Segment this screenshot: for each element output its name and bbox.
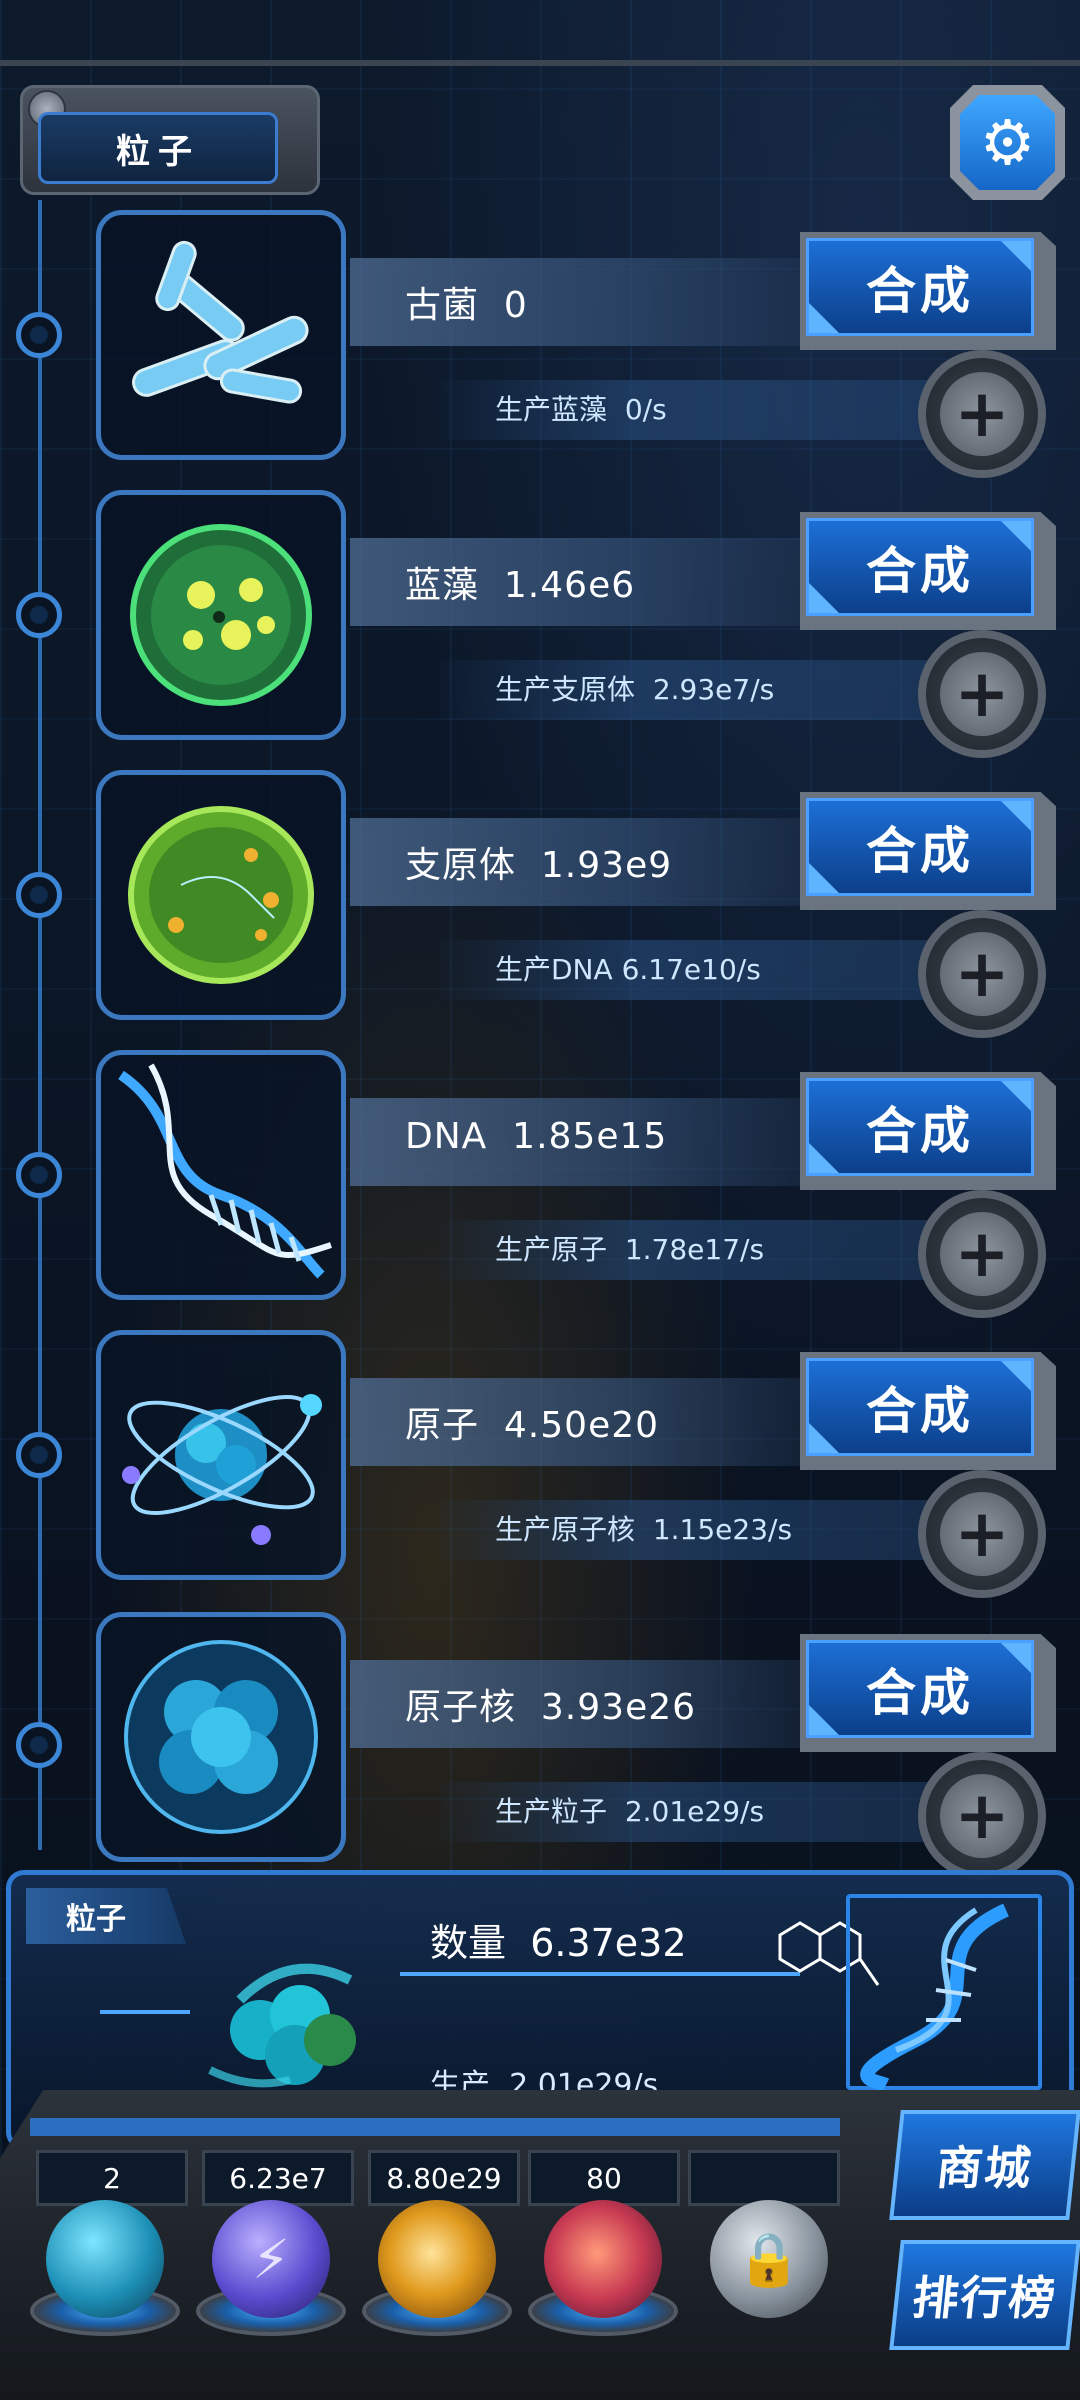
upgrade-plus-button[interactable]: + [940,1492,1024,1576]
production-rate: 生产支原体 2.93e7/s [495,673,775,706]
lock-orb-icon: 🔒 [710,2200,828,2318]
connector-line [100,2010,190,2014]
dock-slot-lightning[interactable]: ⚡ [196,2200,346,2350]
resource-name: 支原体 1.93e9 [405,845,673,886]
leaderboard-button[interactable]: 排行榜 [889,2240,1080,2350]
particle-orb-icon [46,2200,164,2318]
synthesize-button[interactable]: 合成 [806,1640,1034,1738]
resource-count: 1.85e15 [512,1116,668,1157]
production-rate: 生产原子 1.78e17/s [495,1233,765,1266]
production-rate: 生产蓝藻 0/s [495,393,667,426]
production-rate: 生产DNA 6.17e10/s [495,953,761,986]
brain-orb-icon [544,2200,662,2318]
upgrade-plus-button[interactable]: + [940,932,1024,1016]
synthesize-button[interactable]: 合成 [806,798,1034,896]
nucleus-icon [124,1640,318,1834]
fire-orb-icon [378,2200,496,2318]
summary-count: 数量 6.37e32 [430,1921,687,1965]
resource-row-cyanobacteria: 蓝藻 1.46e6 生产支原体 2.93e7/s 合成 + [0,490,1080,758]
resource-icon-frame [96,770,346,1020]
plus-icon: + [954,935,1010,1012]
production-rate: 生产粒子 2.01e29/s [495,1795,765,1828]
atom-icon [122,1394,322,1545]
lightning-orb-icon: ⚡ [212,2200,330,2318]
connector-line [400,1972,800,1976]
resource-count: 4.50e20 [503,1405,660,1446]
upgrade-plus-button[interactable]: + [940,372,1024,456]
resource-icon-frame [96,1330,346,1580]
plus-icon: + [954,655,1010,732]
plus-icon: + [954,375,1010,452]
stat-box [688,2150,840,2206]
resource-count: 3.93e26 [540,1687,697,1728]
shop-button[interactable]: 商城 [889,2110,1080,2220]
resource-count: 1.46e6 [503,565,636,606]
settings-button[interactable]: ⚙ [960,95,1055,190]
dna-helix-icon [118,1063,332,1279]
synthesize-button[interactable]: 合成 [806,1358,1034,1456]
plus-icon: + [954,1495,1010,1572]
synthesize-button[interactable]: 合成 [806,518,1034,616]
resource-row-mycoplasma: 支原体 1.93e9 生产DNA 6.17e10/s 合成 + [0,770,1080,1038]
dock-slot-locked[interactable]: 🔒 [694,2200,844,2350]
resource-name: 原子 4.50e20 [405,1405,660,1446]
upgrade-plus-button[interactable]: + [940,1774,1024,1858]
resource-icon-frame [96,1612,346,1862]
resource-icon-frame [96,490,346,740]
dock-slot-brain[interactable] [528,2200,678,2350]
resource-count: 0 [503,285,528,326]
mycoplasma-cell-icon [128,806,314,984]
plus-icon: + [954,1215,1010,1292]
resource-row-dna: DNA 1.85e15 生产原子 1.78e17/s 合成 + [0,1050,1080,1318]
production-rate: 生产原子核 1.15e23/s [495,1513,793,1546]
particle-cluster-icon [208,1963,356,2088]
resource-icon-frame [96,1050,346,1300]
resource-name: 古菌 0 [405,285,528,326]
dock-slot-particle[interactable] [30,2200,180,2350]
resource-row-archaea: 古菌 0 生产蓝藻 0/s 合成 + [0,210,1080,478]
stat-box: 8.80e29 [368,2150,520,2206]
stat-box: 6.23e7 [202,2150,354,2206]
stat-box: 80 [528,2150,680,2206]
resource-name: 原子核 3.93e26 [405,1687,697,1728]
synthesize-button[interactable]: 合成 [806,238,1034,336]
dock-slot-fire[interactable] [362,2200,512,2350]
resource-name: 蓝藻 1.46e6 [405,565,636,606]
resource-row-atom: 原子 4.50e20 生产原子核 1.15e23/s 合成 + [0,1330,1080,1598]
cyanobacteria-cell-icon [130,524,312,706]
gear-icon: ⚙ [979,106,1036,179]
resource-count: 1.93e9 [540,845,673,886]
dock-strip [30,2118,840,2136]
summary-tag: 粒子 [26,1888,186,1944]
resource-row-nucleus: 原子核 3.93e26 生产粒子 2.01e29/s 合成 + [0,1612,1080,1880]
synthesize-button[interactable]: 合成 [806,1078,1034,1176]
upgrade-plus-button[interactable]: + [940,652,1024,736]
upgrade-plus-button[interactable]: + [940,1212,1024,1296]
stat-box: 2 [36,2150,188,2206]
page-title: 粒子 [38,112,278,184]
resource-name: DNA 1.85e15 [405,1116,668,1157]
resource-icon-frame [96,210,346,460]
dna-emblem-icon [860,1903,1009,2090]
bacteria-icon [132,240,309,404]
plus-icon: + [954,1777,1010,1854]
